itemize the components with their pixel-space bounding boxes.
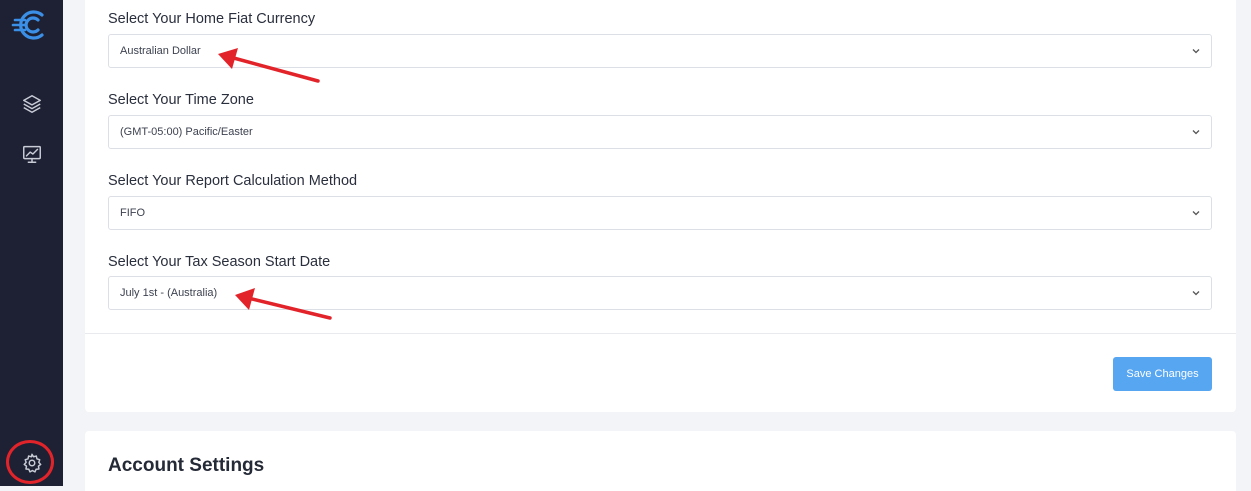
save-changes-button[interactable]: Save Changes — [1113, 357, 1212, 391]
chevron-down-icon — [1192, 130, 1200, 135]
tax-start-value: July 1st - (Australia) — [120, 287, 218, 299]
method-value: FIFO — [120, 207, 146, 219]
currency-label: Select Your Home Fiat Currency — [108, 11, 316, 27]
chart-icon[interactable] — [0, 140, 63, 168]
currency-value: Australian Dollar — [120, 45, 201, 57]
timezone-select[interactable]: (GMT-05:00) Pacific/Easter — [108, 115, 1212, 149]
gear-highlight-circle — [6, 440, 54, 484]
account-settings-title: Account Settings — [108, 455, 265, 476]
method-select[interactable]: FIFO — [108, 196, 1212, 230]
chevron-down-icon — [1192, 49, 1200, 54]
annotation-arrow-icon — [235, 288, 332, 320]
account-settings-card: Account Settings — [85, 431, 1236, 491]
tax-start-label: Select Your Tax Season Start Date — [108, 254, 331, 270]
timezone-label: Select Your Time Zone — [108, 92, 254, 108]
chevron-down-icon — [1192, 291, 1200, 296]
layers-icon[interactable] — [0, 90, 63, 118]
logo-icon[interactable] — [0, 2, 63, 48]
sidebar — [0, 0, 63, 486]
chevron-down-icon — [1192, 211, 1200, 216]
timezone-value: (GMT-05:00) Pacific/Easter — [120, 126, 253, 138]
divider — [85, 333, 1236, 334]
method-label: Select Your Report Calculation Method — [108, 173, 358, 189]
annotation-arrow-icon — [218, 48, 320, 83]
